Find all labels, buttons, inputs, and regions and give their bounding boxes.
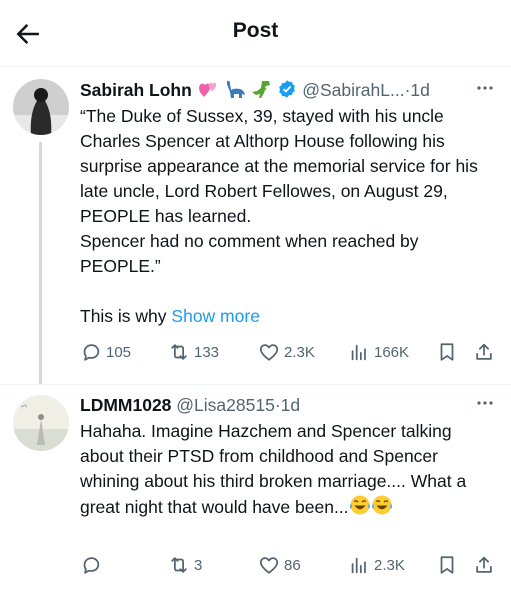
repost-count: 3 (194, 556, 203, 574)
reply-button[interactable]: 105 (80, 340, 131, 364)
t-rex-icon (250, 79, 272, 105)
reply-icon (83, 344, 100, 361)
post-ldmm[interactable]: LDMM1028 @Lisa28515·1d Hahaha. Imagine H… (0, 385, 511, 600)
heart-icon (259, 557, 279, 574)
post-header: Sabirah Lohn @SabirahL...·1d (80, 78, 495, 102)
post-text: Hahaha. Imagine Hazchem and Spencer talk… (80, 419, 495, 523)
post-paragraph: Hahaha. Imagine Hazchem and Spencer talk… (80, 421, 467, 517)
bookmark-button[interactable] (436, 553, 458, 577)
more-options-icon[interactable] (475, 391, 495, 415)
user-handle[interactable]: @SabirahL... (302, 80, 404, 100)
post-time[interactable]: 1d (410, 80, 429, 100)
repost-icon (171, 344, 187, 360)
repost-button[interactable]: 3 (168, 553, 202, 577)
views-count: 166K (374, 343, 410, 361)
post-actions: 105 133 2.3K 166K (80, 340, 497, 364)
share-icon (476, 556, 492, 573)
display-name[interactable]: Sabirah Lohn (80, 80, 192, 100)
like-count: 2.3K (284, 343, 315, 361)
bookmark-button[interactable] (436, 340, 458, 364)
laughing-tears-icon (349, 494, 393, 523)
post-teaser: This is why (80, 306, 167, 326)
bookmark-icon (440, 343, 454, 361)
verified-badge-icon (277, 79, 297, 105)
post-text: “The Duke of Sussex, 39, stayed with his… (80, 104, 495, 329)
reply-button[interactable] (80, 553, 106, 577)
like-button[interactable]: 2.3K (258, 340, 315, 364)
repost-button[interactable]: 133 (168, 340, 219, 364)
views-chart-icon (351, 344, 366, 361)
reply-count: 105 (106, 343, 132, 361)
post-paragraph: Spencer had no comment when reached by P… (80, 231, 419, 276)
pink-hearts-icon (197, 79, 219, 105)
post-paragraph: “The Duke of Sussex, 39, stayed with his… (80, 106, 478, 226)
views-chart-icon (351, 557, 366, 574)
views-count: 2.3K (374, 556, 405, 574)
avatar[interactable] (13, 395, 69, 451)
share-button[interactable] (473, 340, 495, 364)
show-more-link[interactable]: Show more (171, 306, 260, 326)
share-icon (476, 343, 492, 360)
post-content: LDMM1028 @Lisa28515·1d Hahaha. Imagine H… (80, 393, 495, 523)
reply-icon (83, 557, 100, 574)
avatar[interactable] (13, 79, 69, 135)
views-button[interactable]: 2.3K (348, 553, 405, 577)
bookmark-icon (440, 556, 454, 574)
page-title: Post (232, 19, 279, 42)
post-header: LDMM1028 @Lisa28515·1d (80, 393, 495, 417)
like-count: 86 (284, 556, 301, 574)
sauropod-icon (224, 79, 246, 105)
display-name[interactable]: LDMM1028 (80, 395, 171, 415)
more-options-icon[interactable] (475, 76, 495, 100)
post-time[interactable]: 1d (281, 395, 300, 415)
repost-count: 133 (194, 343, 220, 361)
user-handle[interactable]: @Lisa28515 (176, 395, 275, 415)
heart-icon (259, 344, 279, 361)
thread-line (39, 142, 42, 384)
post-actions: 3 86 2.3K (80, 553, 497, 577)
views-button[interactable]: 166K (348, 340, 409, 364)
repost-icon (171, 557, 187, 573)
post-sabirah[interactable]: Sabirah Lohn @SabirahL...·1d “The Duke o… (0, 66, 511, 384)
top-bar: Post (0, 0, 511, 66)
share-button[interactable] (473, 553, 495, 577)
post-content: Sabirah Lohn @SabirahL...·1d “The Duke o… (80, 78, 495, 329)
like-button[interactable]: 86 (258, 553, 301, 577)
